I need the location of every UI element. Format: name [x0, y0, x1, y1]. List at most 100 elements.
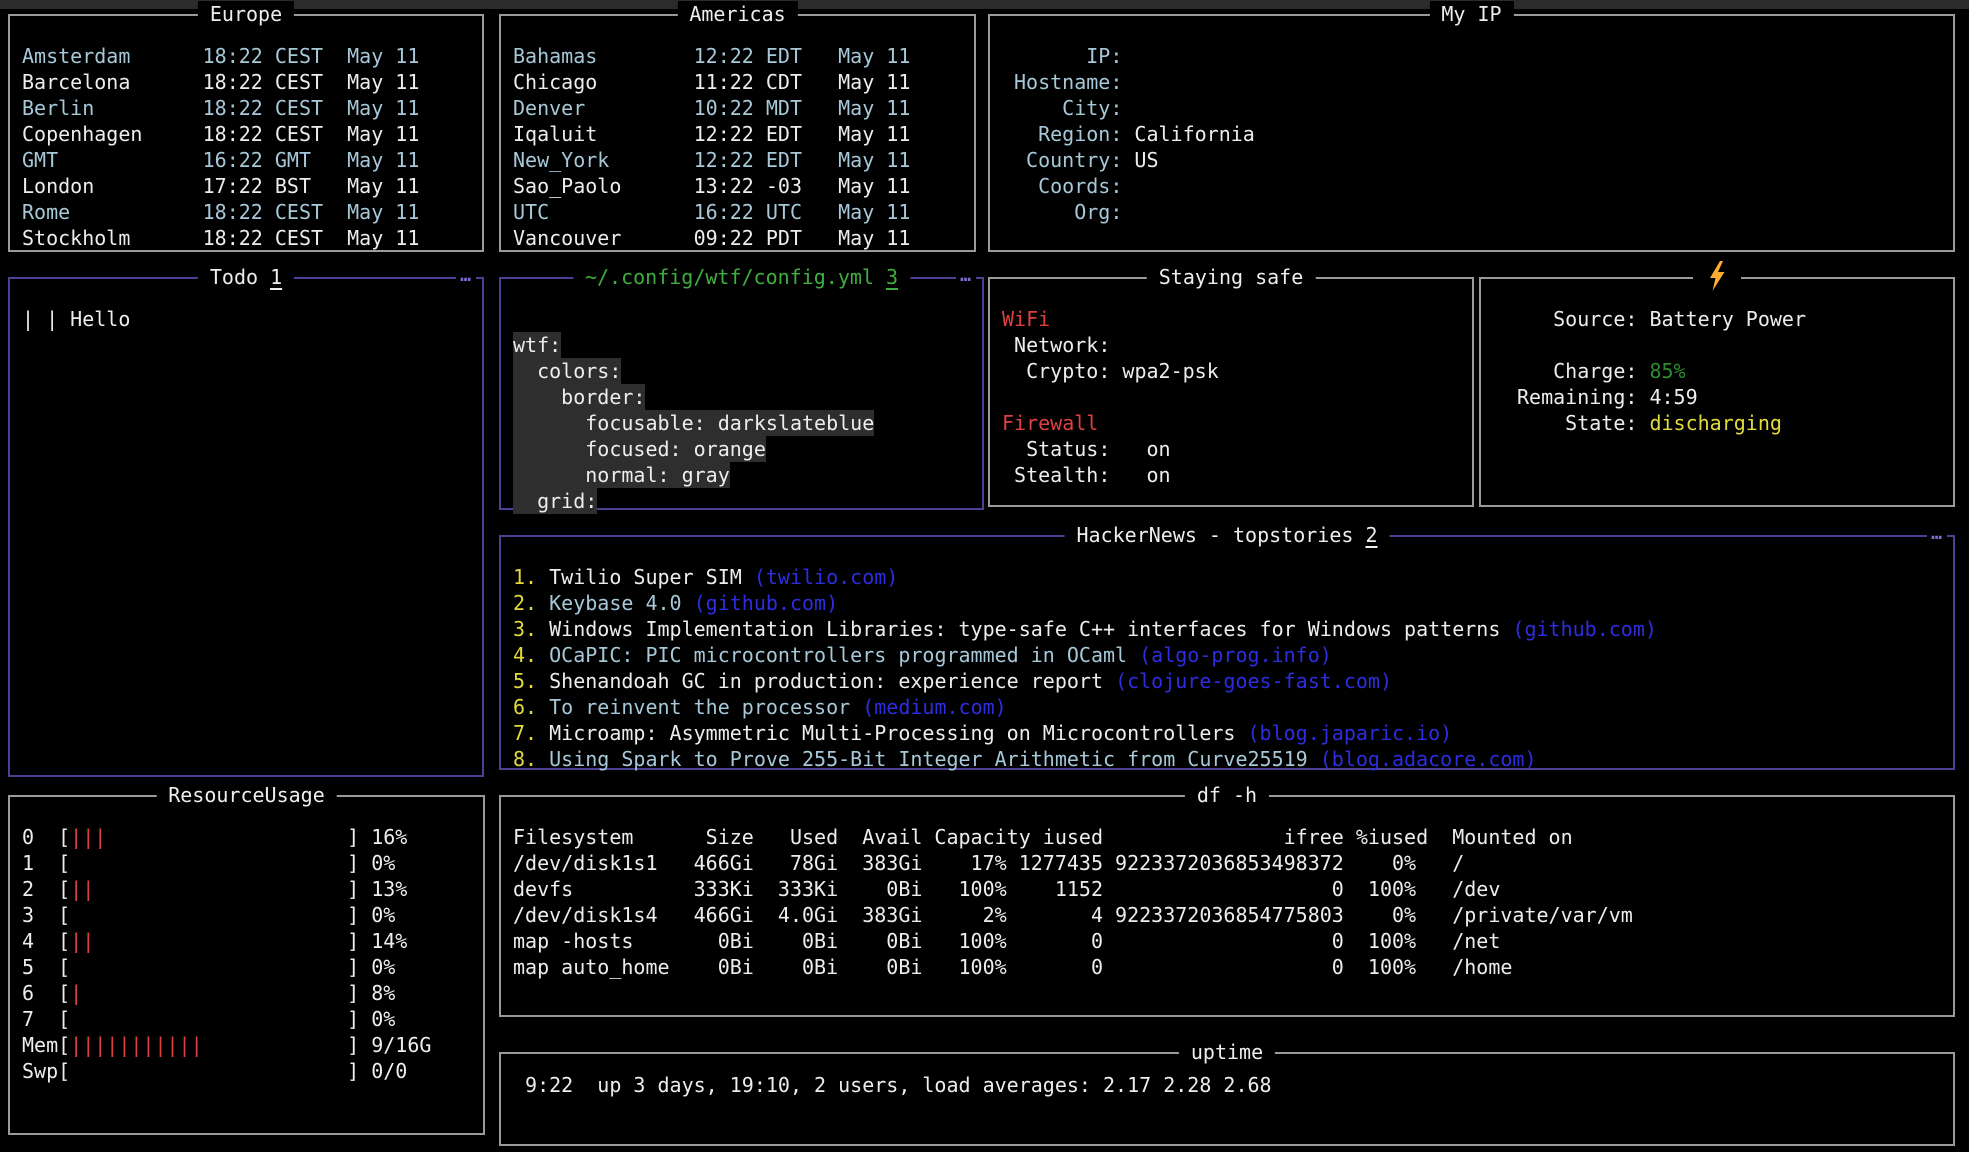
panel-overflow-indicator: …	[1927, 525, 1947, 543]
security-status-row: WiFi	[1002, 306, 1472, 332]
hackernews-story[interactable]: 1. Twilio Super SIM (twilio.com)	[513, 564, 1953, 590]
resource-gauge-row: 1 [ ] 0%	[22, 850, 483, 876]
df-output-line: map auto_home 0Bi 0Bi 0Bi 100% 0 0 100% …	[513, 954, 1953, 980]
config-line: normal: gray	[513, 462, 982, 488]
config-line: focusable: darkslateblue	[513, 410, 982, 436]
panel-staying-safe: Staying safe WiFi Network: Crypto: wpa2-…	[988, 277, 1474, 507]
clock-row: Stockholm 18:22 CEST May 11	[22, 225, 482, 251]
clock-row: GMT 16:22 GMT May 11	[22, 147, 482, 173]
hackernews-story[interactable]: 4. OCaPIC: PIC microcontrollers programm…	[513, 642, 1953, 668]
story-title: Windows Implementation Libraries: type-s…	[549, 617, 1512, 641]
df-output-line: /dev/disk1s1 466Gi 78Gi 383Gi 17% 127743…	[513, 850, 1953, 876]
ip-info-row: Hostname:	[1014, 69, 1953, 95]
todo-item[interactable]: | | Hello	[22, 306, 482, 332]
gauge-label: 5 [	[22, 955, 70, 979]
hackernews-shortcut-key: 2	[1365, 523, 1377, 547]
hackernews-story[interactable]: 6. To reinvent the processor (medium.com…	[513, 694, 1953, 720]
config-line: wtf:	[513, 332, 982, 358]
story-rank: 7.	[513, 721, 549, 745]
gauge-bars: ||	[70, 929, 94, 953]
security-status-row	[1002, 384, 1472, 410]
hackernews-story[interactable]: 7. Microamp: Asymmetric Multi-Processing…	[513, 720, 1953, 746]
uptime-output-line: 9:22 up 3 days, 19:10, 2 users, load ave…	[513, 1072, 1953, 1098]
story-domain-link[interactable]: (clojure-goes-fast.com)	[1115, 669, 1392, 693]
gauge-label: 4 [	[22, 929, 70, 953]
panel-hackernews[interactable]: HackerNews - topstories 2 … 1. Twilio Su…	[499, 535, 1955, 770]
df-output-line: devfs 333Ki 333Ki 0Bi 100% 1152 0 100% /…	[513, 876, 1953, 902]
battery-info-row	[1517, 332, 1953, 358]
gauge-value: ] 9/16G	[203, 1033, 432, 1057]
resource-gauge-list: 0 [||| ] 16%1 [ ] 0%2 [|| ] 13%3 [ ] 0%4…	[10, 797, 483, 1084]
clock-row: Amsterdam 18:22 CEST May 11	[22, 43, 482, 69]
battery-info-value: Battery Power	[1637, 307, 1806, 331]
story-title: Shenandoah GC in production: experience …	[549, 669, 1115, 693]
panel-overflow-indicator: …	[956, 267, 976, 285]
panel-title-df: df -h	[1185, 782, 1269, 808]
clock-row: Rome 18:22 CEST May 11	[22, 199, 482, 225]
gauge-value: ] 14%	[94, 929, 407, 953]
clock-row: Iqaluit 12:22 EDT May 11	[513, 121, 974, 147]
story-domain-link[interactable]: (blog.adacore.com)	[1320, 747, 1537, 771]
gauge-label: 3 [	[22, 903, 70, 927]
ip-info-row: Org:	[1014, 199, 1953, 225]
ip-info-value: US	[1122, 148, 1158, 172]
panel-uptime: uptime 9:22 up 3 days, 19:10, 2 users, l…	[499, 1052, 1955, 1146]
gauge-value: ] 16%	[106, 825, 407, 849]
lightning-bolt-icon	[1693, 261, 1741, 296]
battery-info-list: Source: Battery Power Charge: 85%Remaini…	[1481, 279, 1953, 436]
panel-title-config: ~/.config/wtf/config.yml 3	[573, 264, 910, 290]
gauge-value: ] 13%	[94, 877, 407, 901]
battery-info-row: Remaining: 4:59	[1517, 384, 1953, 410]
panel-df: df -h Filesystem Size Used Avail Capacit…	[499, 795, 1955, 1017]
ip-info-value: California	[1122, 122, 1254, 146]
panel-config-file[interactable]: ~/.config/wtf/config.yml 3 … wtf: colors…	[499, 277, 984, 510]
security-status-row: Crypto: wpa2-psk	[1002, 358, 1472, 384]
ip-info-label: IP:	[1014, 44, 1122, 68]
story-domain-link[interactable]: (github.com)	[1512, 617, 1657, 641]
gauge-value: ] 0%	[70, 1007, 395, 1031]
story-domain-link[interactable]: (github.com)	[694, 591, 839, 615]
battery-info-row: State: discharging	[1517, 410, 1953, 436]
battery-info-label: Remaining:	[1517, 385, 1637, 409]
gauge-label: 6 [	[22, 981, 70, 1005]
story-domain-link[interactable]: (medium.com)	[862, 695, 1007, 719]
story-rank: 1.	[513, 565, 549, 589]
security-status-list: WiFi Network: Crypto: wpa2-pskFirewall S…	[990, 279, 1472, 488]
panel-overflow-indicator: …	[456, 267, 476, 285]
panel-title-americas: Americas	[677, 1, 797, 27]
battery-info-label: Source:	[1517, 307, 1637, 331]
clock-row: Copenhagen 18:22 CEST May 11	[22, 121, 482, 147]
story-domain-link[interactable]: (blog.japaric.io)	[1248, 721, 1453, 745]
gauge-bars: ||	[70, 877, 94, 901]
config-line-text: colors:	[513, 358, 621, 384]
story-domain-link[interactable]: (twilio.com)	[754, 565, 899, 589]
ip-info-row: Coords:	[1014, 173, 1953, 199]
config-line-text: focusable: darkslateblue	[513, 410, 874, 436]
story-domain-link[interactable]: (algo-prog.info)	[1139, 643, 1332, 667]
gauge-bars: |||||||||||	[70, 1033, 202, 1057]
hackernews-story[interactable]: 8. Using Spark to Prove 255-Bit Integer …	[513, 746, 1953, 772]
panel-title-uptime: uptime	[1179, 1039, 1275, 1065]
panel-todo[interactable]: Todo 1 … | | Hello	[8, 277, 484, 777]
panel-title-hackernews: HackerNews - topstories 2	[1064, 522, 1389, 548]
battery-info-label: State:	[1517, 411, 1637, 435]
config-line: border:	[513, 384, 982, 410]
resource-gauge-row: 4 [|| ] 14%	[22, 928, 483, 954]
gauge-value: ] 0/0	[70, 1059, 407, 1083]
panel-my-ip: My IP IP:Hostname: City: Region: Califor…	[988, 14, 1955, 252]
gauge-label: Mem[	[22, 1033, 70, 1057]
hackernews-story[interactable]: 5. Shenandoah GC in production: experien…	[513, 668, 1953, 694]
security-status-row: Stealth: on	[1002, 462, 1472, 488]
config-line-text: wtf:	[513, 332, 561, 358]
panel-title-staying-safe: Staying safe	[1147, 264, 1316, 290]
ip-info-label: Hostname:	[1014, 70, 1122, 94]
security-status-row: Firewall	[1002, 410, 1472, 436]
clock-list-americas: Bahamas 12:22 EDT May 11Chicago 11:22 CD…	[501, 16, 974, 251]
clock-row: Chicago 11:22 CDT May 11	[513, 69, 974, 95]
battery-info-value: 4:59	[1637, 385, 1697, 409]
story-rank: 6.	[513, 695, 549, 719]
clock-row: Berlin 18:22 CEST May 11	[22, 95, 482, 121]
hackernews-story[interactable]: 2. Keybase 4.0 (github.com)	[513, 590, 1953, 616]
config-line-text: border:	[513, 384, 645, 410]
hackernews-story[interactable]: 3. Windows Implementation Libraries: typ…	[513, 616, 1953, 642]
